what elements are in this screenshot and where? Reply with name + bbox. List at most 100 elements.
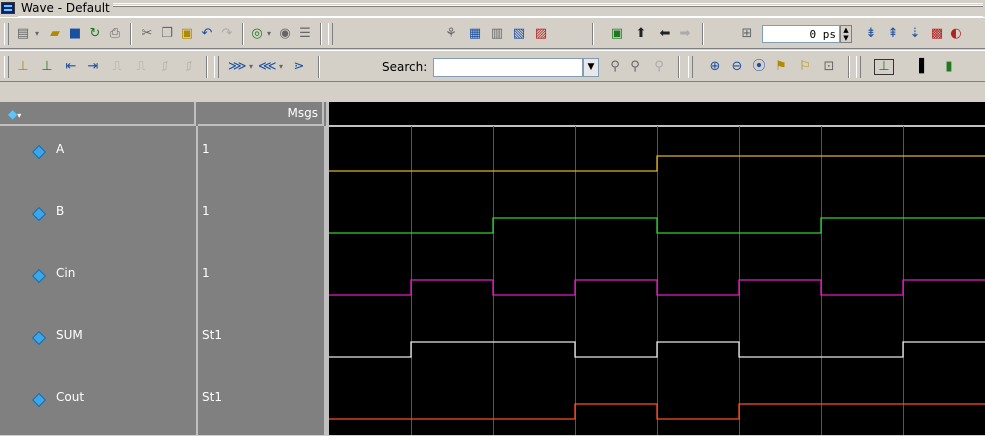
zoom-cursor-icon[interactable]: ⚑ [772, 58, 790, 76]
cursor-time-icon[interactable]: ⊞ [738, 25, 756, 43]
signal-row-cout[interactable]: Cout [0, 374, 196, 436]
dataflow-icon[interactable]: ▦ [466, 25, 484, 43]
step-over-icon[interactable]: ⇞ [884, 25, 902, 43]
toolbar-handle[interactable] [328, 23, 333, 45]
signal-diamond-icon [31, 206, 47, 222]
signal-row-a[interactable]: A [0, 126, 196, 188]
toolbar-separator [592, 23, 594, 45]
window-title: Wave - Default [18, 0, 113, 16]
chevron-down-icon[interactable]: ▾ [276, 58, 286, 76]
continue-icon[interactable]: ⇣ [906, 25, 924, 43]
search-label: Search: [382, 60, 428, 74]
toolbar-handle[interactable] [688, 56, 693, 78]
search-prev-icon[interactable]: ⚲ [606, 58, 624, 76]
find-icon[interactable]: ◉ [276, 25, 294, 43]
signal-name: Cin [56, 266, 76, 280]
insert-cursor-icon[interactable]: ⊥ [14, 58, 32, 76]
delete-cursor-icon[interactable]: ⊥ [38, 58, 56, 76]
next-rising-icon[interactable]: ⎎ [180, 58, 198, 76]
toolbar-row-2: ⊥ ⊥ ⇤ ⇥ ⎍ ⎍ ⎎ ⎎ ⋙ ▾ ⋘ ▾ ⋗ Search: ▼ ⚲ ⚲ … [0, 50, 985, 82]
next-falling-icon[interactable]: ⎍ [132, 58, 150, 76]
signal-row-sum[interactable]: SUM [0, 312, 196, 374]
toolbar-row-1: ▤ ▾ ▰ ■ ↻ ⎙ ✂ ❐ ▣ ↶ ↷ ◎ ▾ ◉ ☰ ⚘ ▦ ▥ ▧ ▨ … [0, 17, 985, 49]
signal-diamond-icon [31, 330, 47, 346]
bar-icon[interactable]: ▐ [910, 58, 928, 76]
signal-value: 1 [202, 266, 210, 280]
signal-values-column: 1 1 1 St1 St1 [198, 126, 326, 435]
names-header[interactable]: ◆▾ [0, 102, 196, 126]
waveform-area[interactable] [329, 102, 985, 435]
prev-falling-icon[interactable]: ⎍ [108, 58, 126, 76]
signal-name: SUM [56, 328, 83, 342]
toolbar-handle[interactable] [4, 23, 9, 45]
time-spinner[interactable]: ▲ ▼ [840, 25, 852, 43]
signal-name: B [56, 204, 65, 218]
waveform-cout [329, 403, 985, 420]
memory-icon[interactable]: ▥ [488, 25, 506, 43]
signal-menu-icon[interactable]: ◆▾ [8, 107, 26, 121]
toolbar-separator [206, 56, 208, 78]
toolbar-separator [848, 56, 850, 78]
chevron-down-icon[interactable]: ▾ [32, 25, 42, 43]
toolbar-separator [702, 23, 704, 45]
group-icon[interactable]: ⋗ [290, 58, 308, 76]
list-icon[interactable]: ☰ [296, 25, 314, 43]
search-next-icon[interactable]: ⚲ [626, 58, 644, 76]
redo-icon[interactable]: ↷ [218, 25, 236, 43]
toolbar-handle[interactable] [4, 56, 9, 78]
color-icon[interactable]: ▮ [940, 58, 958, 76]
window-titlebar[interactable]: Wave - Default [0, 0, 985, 19]
signal-row-b[interactable]: B [0, 188, 196, 250]
prev-rising-icon[interactable]: ⎎ [156, 58, 174, 76]
signal-name: Cout [56, 390, 85, 404]
new-icon[interactable]: ▤ [14, 25, 32, 43]
signal-diamond-icon [31, 392, 47, 408]
toolbar-separator [242, 23, 244, 45]
stop-icon[interactable]: ▩ [928, 25, 946, 43]
zoom-full-icon[interactable]: ⦿ [750, 58, 768, 76]
open-icon[interactable]: ▰ [46, 25, 64, 43]
schematic-icon[interactable]: ▧ [510, 25, 528, 43]
restart-icon[interactable]: ◐ [950, 25, 962, 43]
wave-format-icon[interactable]: ▣ [608, 25, 626, 43]
expand-icon[interactable]: ⋙ [228, 58, 247, 76]
arrow-right-icon[interactable]: ➡ [676, 25, 694, 43]
copy-icon[interactable]: ❐ [158, 25, 176, 43]
print-icon[interactable]: ⎙ [106, 25, 124, 43]
reload-icon[interactable]: ↻ [86, 25, 104, 43]
search-all-icon[interactable]: ⚲ [650, 58, 668, 76]
toolbar-handle[interactable] [856, 56, 861, 78]
toolbar-separator [320, 23, 322, 45]
close-window-icon[interactable]: ▨ [532, 25, 550, 43]
chevron-down-icon[interactable]: ▾ [264, 25, 274, 43]
collapse-icon[interactable]: ⋘ [258, 58, 277, 76]
search-dropdown-icon[interactable]: ▼ [583, 58, 599, 77]
waveform-a [329, 155, 985, 172]
next-edge-icon[interactable]: ⇥ [84, 58, 102, 76]
zoom-last-icon[interactable]: ⊡ [820, 58, 838, 76]
toolbar-handle[interactable] [214, 56, 219, 78]
arrow-up-icon[interactable]: ⬆ [632, 25, 650, 43]
signal-diamond-icon [31, 268, 47, 284]
step-icon[interactable]: ⇟ [862, 25, 880, 43]
paste-icon[interactable]: ▣ [178, 25, 196, 43]
wave-trace-icon[interactable]: ⚘ [442, 25, 460, 43]
arrow-left-icon[interactable]: ⬅ [656, 25, 674, 43]
zoom-out-icon[interactable]: ⊖ [728, 58, 746, 76]
waveform-cin [329, 279, 985, 296]
chevron-down-icon[interactable]: ▾ [246, 58, 256, 76]
cut-icon[interactable]: ✂ [138, 25, 156, 43]
signal-row-cin[interactable]: Cin [0, 250, 196, 312]
waveform-canvas [329, 125, 985, 435]
save-icon[interactable]: ■ [66, 25, 84, 43]
msgs-header-label: Msgs [287, 106, 318, 120]
msgs-header[interactable]: Msgs [198, 102, 324, 126]
wave-window-icon [1, 2, 15, 14]
cursor-mode-icon[interactable]: ⊥ [874, 59, 894, 75]
search-input[interactable] [433, 58, 583, 77]
zoom-in-icon[interactable]: ⊕ [706, 58, 724, 76]
zoom-range-icon[interactable]: ⚐ [796, 58, 814, 76]
undo-icon[interactable]: ↶ [198, 25, 216, 43]
prev-edge-icon[interactable]: ⇤ [62, 58, 80, 76]
time-input[interactable] [762, 25, 840, 43]
